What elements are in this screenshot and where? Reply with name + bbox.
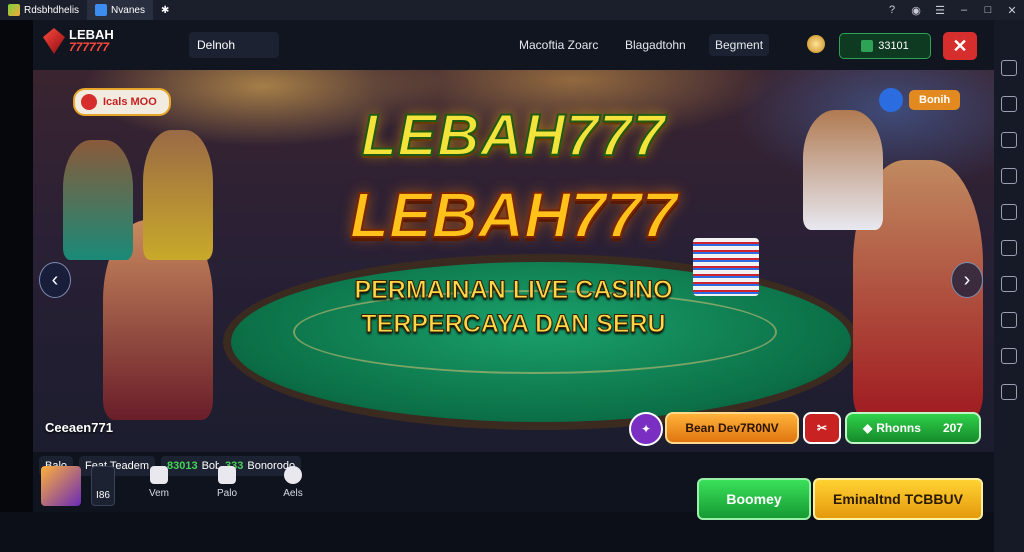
tab-game-label: Nvanes xyxy=(111,4,145,16)
nav-item-3[interactable]: Begment xyxy=(709,34,770,56)
header-close-button[interactable]: ✕ xyxy=(943,32,977,60)
chat-icon xyxy=(218,466,236,484)
tab-app-label: Rdsbhdhelis xyxy=(24,4,80,16)
bonus-badge[interactable]: Bonih xyxy=(909,90,961,110)
prev-arrow-icon[interactable]: ‹ xyxy=(39,262,71,298)
help-icon[interactable]: ? xyxy=(880,4,904,16)
deposit-button[interactable]: Boomey xyxy=(697,478,811,520)
balance-display[interactable]: 33101 xyxy=(839,33,931,59)
app-window: LEBAH 777777 Delnoh Macoftia Zoarc Blaga… xyxy=(33,20,994,520)
menu-icon[interactable]: ☰ xyxy=(928,4,952,17)
level-badge[interactable]: I86 xyxy=(91,466,115,506)
nav-item-2[interactable]: Blagadtohn xyxy=(619,34,692,56)
reward-icon: ◆ xyxy=(863,421,873,435)
app-logo-icon xyxy=(8,4,20,16)
banner-title-2: LEBAH777 xyxy=(349,178,678,252)
volume-icon[interactable] xyxy=(1001,132,1017,148)
account-icon[interactable]: ◉ xyxy=(904,4,928,17)
coin-icon[interactable] xyxy=(807,35,825,53)
settings-icon[interactable] xyxy=(1001,348,1017,364)
next-arrow-icon[interactable]: › xyxy=(951,262,983,298)
keyboard-icon[interactable] xyxy=(1001,60,1017,76)
minimize-icon[interactable]: – xyxy=(952,4,976,16)
location-icon[interactable] xyxy=(1001,204,1017,220)
maximize-icon[interactable]: □ xyxy=(976,4,1000,16)
promo-badge[interactable]: Icals MOO xyxy=(73,88,171,116)
ticket-icon[interactable]: ✂ xyxy=(803,412,841,444)
side-toolbar xyxy=(994,20,1024,552)
rotate-icon[interactable] xyxy=(1001,168,1017,184)
brand-logo[interactable]: LEBAH 777777 xyxy=(43,28,114,54)
folder-icon[interactable] xyxy=(1001,276,1017,292)
nav-vem[interactable]: Vem xyxy=(139,466,179,499)
balance-value: 33101 xyxy=(878,40,909,52)
search-input[interactable]: Delnoh xyxy=(189,32,279,58)
tab-game[interactable]: Nvanes xyxy=(87,0,153,20)
window-titlebar: Rdsbhdhelis Nvanes ✱ ? ◉ ☰ – □ ✕ xyxy=(0,0,1024,20)
gift-icon[interactable]: ✦ xyxy=(629,412,663,446)
nav-vem-label: Vem xyxy=(148,488,169,499)
reward-label: Rhonns xyxy=(876,421,921,435)
banner-watermark: Ceeaen771 xyxy=(45,420,113,435)
record-icon[interactable] xyxy=(1001,312,1017,328)
gem-icon xyxy=(43,28,65,54)
tab-app[interactable]: Rdsbhdhelis xyxy=(0,0,87,20)
close-icon[interactable]: ✕ xyxy=(1000,4,1024,17)
avatar[interactable] xyxy=(41,466,81,506)
nav-aels-label: Aels xyxy=(283,488,303,499)
bottom-bar: Balo Feat Teadem 83013 Bobbo 333 Bonorod… xyxy=(33,452,994,520)
back-icon[interactable] xyxy=(1001,384,1017,400)
bonus-icon[interactable] xyxy=(879,88,903,112)
reward-value: 207 xyxy=(942,421,963,435)
nav-palo[interactable]: Palo xyxy=(207,466,247,499)
tab-new[interactable]: ✱ xyxy=(153,0,177,20)
app-header: LEBAH 777777 Delnoh Macoftia Zoarc Blaga… xyxy=(33,20,994,70)
support-icon xyxy=(284,466,302,484)
hero-banner[interactable]: LEBAH777 LEBAH777 PERMAINAN LIVE CASINO … xyxy=(33,70,994,452)
game-tab-icon xyxy=(95,4,108,16)
reward-pill[interactable]: ◆ Rhonns 207 xyxy=(845,412,981,444)
gift-box-icon xyxy=(150,466,168,484)
register-button[interactable]: Eminaltnd TCBBUV xyxy=(813,478,983,520)
wallet-icon xyxy=(861,40,874,52)
apk-icon[interactable] xyxy=(1001,240,1017,256)
left-edge xyxy=(0,20,33,512)
screenshot-icon[interactable] xyxy=(1001,96,1017,112)
banner-tagline-1: PERMAINAN LIVE CASINO xyxy=(354,276,673,305)
promo-code-pill[interactable]: Bean Dev7R0NV xyxy=(665,412,799,444)
new-tab-icon: ✱ xyxy=(160,4,170,16)
brand-number: 777777 xyxy=(69,40,110,54)
nav-palo-label: Palo xyxy=(216,488,237,499)
banner-tagline-2: TERPERCAYA DAN SERU xyxy=(361,310,666,339)
nav-item-1[interactable]: Macoftia Zoarc xyxy=(513,34,604,56)
banner-title-1: LEBAH777 xyxy=(360,102,666,169)
nav-aels[interactable]: Aels xyxy=(273,466,313,499)
